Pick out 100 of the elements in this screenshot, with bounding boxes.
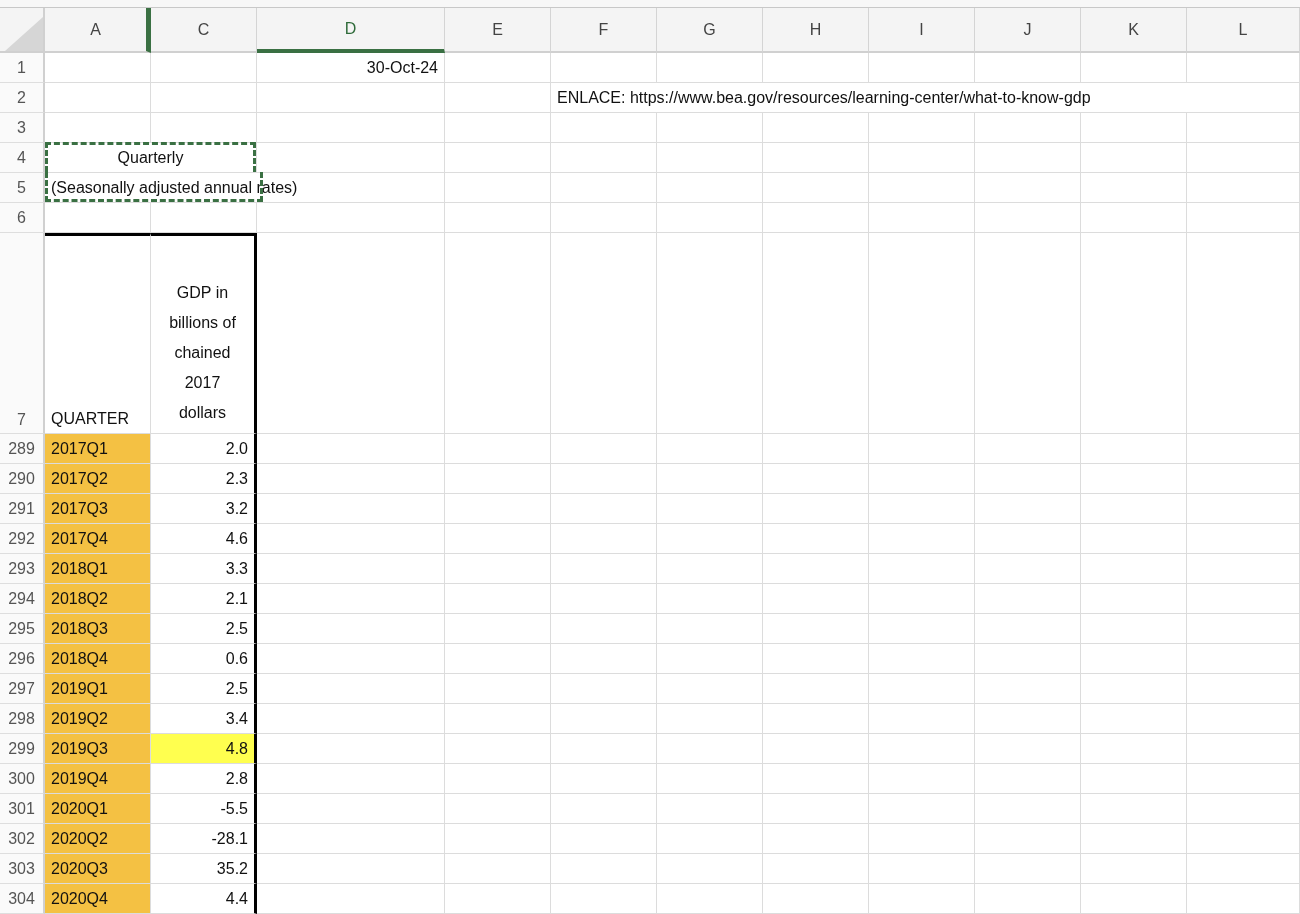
- link-text[interactable]: ENLACE: https://www.bea.gov/resources/learning-center/what-to-know-gdp: [551, 83, 1300, 113]
- grid-cell[interactable]: [763, 143, 869, 173]
- grid-cell[interactable]: [1081, 794, 1187, 824]
- grid-cell[interactable]: [975, 173, 1081, 203]
- grid-cell[interactable]: [763, 794, 869, 824]
- table-title[interactable]: Quarterly: [45, 143, 257, 173]
- column-header[interactable]: E: [445, 8, 551, 53]
- grid-cell[interactable]: [1187, 674, 1300, 704]
- table-cell[interactable]: 2019Q1: [45, 674, 151, 704]
- grid-cell[interactable]: [551, 554, 657, 584]
- table-cell[interactable]: 2.5: [151, 674, 257, 704]
- grid-cell[interactable]: [551, 644, 657, 674]
- row-header[interactable]: 301: [0, 794, 45, 824]
- grid-cell[interactable]: [1081, 704, 1187, 734]
- grid-cell[interactable]: [257, 464, 445, 494]
- row-header[interactable]: 289: [0, 434, 45, 464]
- grid-cell[interactable]: [763, 203, 869, 233]
- table-cell[interactable]: 2017Q2: [45, 464, 151, 494]
- grid-cell[interactable]: [257, 824, 445, 854]
- grid-cell[interactable]: [763, 554, 869, 584]
- grid-cell[interactable]: [869, 494, 975, 524]
- grid-cell[interactable]: [1187, 704, 1300, 734]
- grid-cell[interactable]: [869, 524, 975, 554]
- grid-cell[interactable]: [975, 704, 1081, 734]
- table-cell[interactable]: 2019Q2: [45, 704, 151, 734]
- column-header[interactable]: I: [869, 8, 975, 53]
- grid-cell[interactable]: [257, 794, 445, 824]
- grid-cell[interactable]: [1187, 854, 1300, 884]
- row-header[interactable]: 297: [0, 674, 45, 704]
- grid-cell[interactable]: [975, 143, 1081, 173]
- grid-cell[interactable]: [869, 173, 975, 203]
- grid-cell[interactable]: [975, 113, 1081, 143]
- grid-cell[interactable]: [551, 233, 657, 434]
- grid-cell[interactable]: [257, 584, 445, 614]
- grid-cell[interactable]: [445, 83, 551, 113]
- grid-cell[interactable]: [763, 734, 869, 764]
- grid-cell[interactable]: [869, 584, 975, 614]
- grid-cell[interactable]: [445, 794, 551, 824]
- grid-cell[interactable]: [869, 764, 975, 794]
- grid-cell[interactable]: [869, 233, 975, 434]
- table-cell[interactable]: 2018Q1: [45, 554, 151, 584]
- grid-cell[interactable]: [551, 494, 657, 524]
- grid-cell[interactable]: [975, 794, 1081, 824]
- table-cell[interactable]: 2.3: [151, 464, 257, 494]
- grid-cell[interactable]: [1187, 794, 1300, 824]
- grid-cell[interactable]: [1081, 764, 1187, 794]
- row-header[interactable]: 5: [0, 173, 45, 203]
- grid-cell[interactable]: [763, 704, 869, 734]
- table-cell[interactable]: 0.6: [151, 644, 257, 674]
- row-header[interactable]: 4: [0, 143, 45, 173]
- table-cell[interactable]: 2.1: [151, 584, 257, 614]
- grid-cell[interactable]: [257, 854, 445, 884]
- grid-cell[interactable]: [445, 554, 551, 584]
- row-header[interactable]: 290: [0, 464, 45, 494]
- grid-cell[interactable]: [45, 83, 151, 113]
- grid-cell[interactable]: [257, 614, 445, 644]
- grid-cell[interactable]: [551, 764, 657, 794]
- grid-cell[interactable]: [657, 143, 763, 173]
- grid-cell[interactable]: [257, 884, 445, 914]
- grid-cell[interactable]: [869, 113, 975, 143]
- grid-cell[interactable]: [445, 53, 551, 83]
- row-header[interactable]: 302: [0, 824, 45, 854]
- column-header[interactable]: G: [657, 8, 763, 53]
- row-header[interactable]: 304: [0, 884, 45, 914]
- grid-cell[interactable]: [1187, 233, 1300, 434]
- grid-cell[interactable]: [257, 734, 445, 764]
- table-cell[interactable]: 2017Q1: [45, 434, 151, 464]
- grid-cell[interactable]: [257, 83, 445, 113]
- grid-cell[interactable]: [551, 614, 657, 644]
- grid-cell[interactable]: [1187, 824, 1300, 854]
- grid-cell[interactable]: [1081, 113, 1187, 143]
- row-header[interactable]: 291: [0, 494, 45, 524]
- grid-cell[interactable]: [975, 644, 1081, 674]
- grid-cell[interactable]: [1081, 203, 1187, 233]
- grid-cell[interactable]: [257, 524, 445, 554]
- table-cell[interactable]: -5.5: [151, 794, 257, 824]
- grid-cell[interactable]: [763, 494, 869, 524]
- grid-cell[interactable]: [975, 494, 1081, 524]
- grid-cell[interactable]: [257, 143, 445, 173]
- grid-cell[interactable]: [1187, 734, 1300, 764]
- grid-cell[interactable]: [1081, 854, 1187, 884]
- grid-cell[interactable]: [257, 233, 445, 434]
- row-header[interactable]: 300: [0, 764, 45, 794]
- grid-cell[interactable]: [1081, 584, 1187, 614]
- grid-cell[interactable]: [657, 464, 763, 494]
- grid-cell[interactable]: [657, 524, 763, 554]
- grid-cell[interactable]: [657, 734, 763, 764]
- grid-cell[interactable]: [975, 434, 1081, 464]
- grid-cell[interactable]: [445, 854, 551, 884]
- grid-cell[interactable]: [1081, 233, 1187, 434]
- grid-cell[interactable]: [551, 143, 657, 173]
- row-header[interactable]: 294: [0, 584, 45, 614]
- table-cell[interactable]: 2018Q3: [45, 614, 151, 644]
- grid-cell[interactable]: [763, 884, 869, 914]
- grid-cell[interactable]: [975, 233, 1081, 434]
- grid-cell[interactable]: [763, 173, 869, 203]
- grid-cell[interactable]: [257, 434, 445, 464]
- table-cell[interactable]: 2.5: [151, 614, 257, 644]
- grid-cell[interactable]: [257, 494, 445, 524]
- table-cell[interactable]: 2018Q4: [45, 644, 151, 674]
